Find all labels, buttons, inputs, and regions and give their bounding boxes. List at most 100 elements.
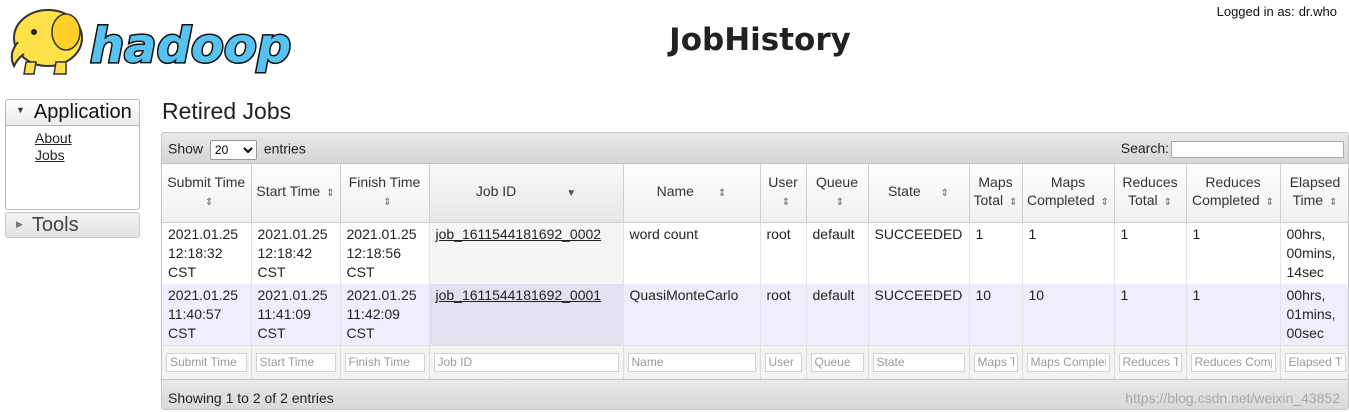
column-header-submit-time[interactable]: Submit Time ⇕ xyxy=(162,164,252,223)
filter-cell xyxy=(162,344,252,379)
sidebar-application-panel: ▼ Application About Jobs xyxy=(5,99,140,210)
watermark: https://blog.csdn.net/weixin_43852 xyxy=(1125,390,1340,406)
sidebar-link-jobs[interactable]: Jobs xyxy=(35,147,139,164)
filter-input-submit-time[interactable] xyxy=(166,352,247,372)
column-header-user[interactable]: User ⇕ xyxy=(760,164,807,223)
cell-elapsed-time: 00hrs, 00mins, 14sec xyxy=(1280,222,1348,284)
sidebar-application-header[interactable]: ▼ Application xyxy=(6,100,139,126)
sort-both-icon: ⇕ xyxy=(940,188,950,200)
cell-reduces-completed: 1 xyxy=(1186,283,1281,345)
search-label: Search: xyxy=(1120,140,1169,156)
search-input[interactable] xyxy=(1171,140,1344,158)
cell-state: SUCCEEDED xyxy=(868,283,970,345)
column-label: Finish Time xyxy=(348,174,421,191)
login-label: Logged in as: xyxy=(1216,4,1295,19)
filter-cell xyxy=(760,344,807,379)
column-header-maps-total[interactable]: Maps Total ⇕ xyxy=(969,164,1023,223)
cell-reduces-total: 1 xyxy=(1114,222,1187,284)
filter-input-reduces-total[interactable] xyxy=(1118,352,1182,372)
entries-select[interactable]: 20 xyxy=(209,140,257,160)
sort-both-icon: ⇕ xyxy=(835,197,845,209)
cell-name: QuasiMonteCarlo xyxy=(623,283,761,345)
column-label: Job ID xyxy=(475,183,517,200)
table-row: 2021.01.25 11:40:57 CST 2021.01.25 11:41… xyxy=(162,283,1348,345)
jobs-table-container: Show 20 entries Search: Submit Time ⇕ Sta… xyxy=(161,132,1349,410)
sort-both-icon: ⇕ xyxy=(205,197,214,209)
login-user: dr.who xyxy=(1298,4,1337,19)
filter-input-reduces-completed[interactable] xyxy=(1190,352,1276,372)
hadoop-logo[interactable]: hadoop xyxy=(4,2,308,78)
cell-maps-completed: 1 xyxy=(1022,222,1115,284)
filter-cell xyxy=(1114,344,1187,379)
filter-input-job-id[interactable] xyxy=(433,352,619,372)
sort-both-icon: ⇕ xyxy=(781,197,791,209)
table-toolbar: Show 20 entries Search: xyxy=(162,133,1348,164)
filter-input-maps-total[interactable] xyxy=(973,352,1018,372)
sort-both-icon: ⇕ xyxy=(1100,197,1110,209)
column-header-finish-time[interactable]: Finish Time ⇕ xyxy=(340,164,430,223)
cell-job-id: job_1611544181692_0002 xyxy=(429,222,624,284)
filter-cell xyxy=(868,344,970,379)
cell-start-time: 2021.01.25 11:41:09 CST xyxy=(251,283,341,345)
cell-reduces-completed: 1 xyxy=(1186,222,1281,284)
column-label: Submit Time xyxy=(167,174,246,191)
filter-input-start-time[interactable] xyxy=(255,352,336,372)
sort-both-icon: ⇕ xyxy=(383,197,392,209)
cell-reduces-total: 1 xyxy=(1114,283,1187,345)
sort-both-icon: ⇕ xyxy=(326,188,335,200)
table-row: 2021.01.25 12:18:32 CST 2021.01.25 12:18… xyxy=(162,222,1348,284)
column-label: Maps Completed xyxy=(1026,174,1095,209)
cell-start-time: 2021.01.25 12:18:42 CST xyxy=(251,222,341,284)
cell-submit-time: 2021.01.25 11:40:57 CST xyxy=(162,283,252,345)
column-label: State xyxy=(887,183,921,200)
sort-both-icon: ⇕ xyxy=(717,188,727,200)
filter-cell xyxy=(623,344,761,379)
cell-maps-total: 1 xyxy=(969,222,1023,284)
column-header-state[interactable]: State ⇕ xyxy=(868,164,970,223)
cell-user: root xyxy=(760,283,807,345)
column-header-reduces-completed[interactable]: Reduces Completed ⇕ xyxy=(1186,164,1281,223)
column-label: User xyxy=(768,174,798,191)
column-label: Maps Total xyxy=(973,174,1013,209)
filter-cell xyxy=(806,344,869,379)
filter-input-elapsed-time[interactable] xyxy=(1284,352,1346,372)
sidebar-tools-header[interactable]: ▶ Tools xyxy=(5,212,140,238)
table-header-row: Submit Time ⇕ Start Time ⇕ Finish Time ⇕ Jo… xyxy=(162,164,1348,223)
job-id-link[interactable]: job_1611544181692_0002 xyxy=(436,226,602,242)
column-header-reduces-total[interactable]: Reduces Total ⇕ xyxy=(1114,164,1187,223)
column-header-job-id[interactable]: Job ID ▼ xyxy=(429,164,624,223)
triangle-down-icon: ▼ xyxy=(16,105,25,116)
filter-input-state[interactable] xyxy=(872,352,965,372)
column-label: Queue xyxy=(815,174,859,191)
sidebar-link-about[interactable]: About xyxy=(35,130,139,147)
job-id-link[interactable]: job_1611544181692_0001 xyxy=(436,287,602,303)
cell-user: root xyxy=(760,222,807,284)
column-label: Name xyxy=(656,183,694,200)
filter-cell xyxy=(251,344,341,379)
filter-cell xyxy=(1186,344,1281,379)
search-control: Search: xyxy=(1121,140,1344,158)
column-header-maps-completed[interactable]: Maps Completed ⇕ xyxy=(1022,164,1115,223)
entries-length-control: Show 20 entries xyxy=(168,140,306,160)
cell-queue: default xyxy=(806,222,869,284)
cell-elapsed-time: 00hrs, 01mins, 00sec xyxy=(1280,283,1348,345)
page-title: JobHistory xyxy=(669,22,851,58)
section-title: Retired Jobs xyxy=(162,98,292,124)
filter-input-queue[interactable] xyxy=(810,352,864,372)
show-label: Show xyxy=(168,140,204,157)
column-header-elapsed-time[interactable]: Elapsed Time ⇕ xyxy=(1280,164,1348,223)
column-header-start-time[interactable]: Start Time ⇕ xyxy=(251,164,341,223)
column-header-queue[interactable]: Queue ⇕ xyxy=(806,164,869,223)
cell-finish-time: 2021.01.25 11:42:09 CST xyxy=(340,283,430,345)
cell-finish-time: 2021.01.25 12:18:56 CST xyxy=(340,222,430,284)
cell-job-id: job_1611544181692_0001 xyxy=(429,283,624,345)
filter-input-maps-completed[interactable] xyxy=(1026,352,1110,372)
filter-cell xyxy=(1022,344,1115,379)
filter-cell xyxy=(969,344,1023,379)
filter-input-user[interactable] xyxy=(764,352,802,372)
filter-input-name[interactable] xyxy=(627,352,756,372)
sort-both-icon: ⇕ xyxy=(1009,197,1018,209)
filter-input-finish-time[interactable] xyxy=(344,352,425,372)
column-header-name[interactable]: Name ⇕ xyxy=(623,164,761,223)
sort-both-icon: ⇕ xyxy=(1163,197,1172,209)
